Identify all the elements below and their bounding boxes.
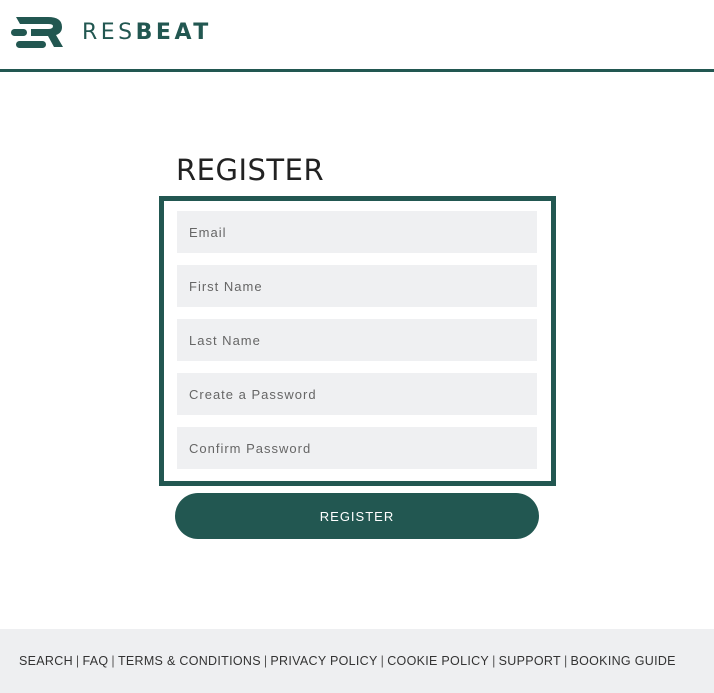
footer-link-cookie[interactable]: COOKIE POLICY: [387, 654, 489, 668]
register-button[interactable]: REGISTER: [175, 493, 539, 539]
last-name-field[interactable]: [177, 319, 537, 361]
confirm-password-field[interactable]: [177, 427, 537, 469]
brand-prefix: RES: [82, 19, 136, 45]
footer-link-search[interactable]: SEARCH: [19, 654, 73, 668]
footer-separator: |: [111, 654, 115, 668]
brand-suffix: BEAT: [135, 19, 212, 45]
footer-separator: |: [263, 654, 268, 668]
site-footer: SEARCH | FAQ | TERMS & CONDITIONS | PRIVACY PO…: [0, 629, 714, 693]
footer-link-faq[interactable]: FAQ: [82, 654, 108, 668]
resbeat-logo-icon: [11, 17, 63, 48]
footer-separator: |: [563, 654, 568, 668]
logo[interactable]: RESBEAT: [10, 14, 212, 50]
email-field[interactable]: [177, 211, 537, 253]
create-password-field[interactable]: [177, 373, 537, 415]
footer-link-privacy[interactable]: PRIVACY POLICY: [270, 654, 377, 668]
footer-separator: |: [492, 654, 496, 668]
footer-links: SEARCH | FAQ | TERMS & CONDITIONS | PRIVACY PO…: [19, 654, 676, 668]
brand-name: RESBEAT: [82, 20, 212, 45]
first-name-field[interactable]: [177, 265, 537, 307]
footer-separator: |: [75, 654, 80, 668]
register-form: [159, 196, 556, 486]
footer-link-terms[interactable]: TERMS & CONDITIONS: [118, 654, 261, 668]
site-header: RESBEAT: [0, 0, 714, 72]
footer-link-booking-guide[interactable]: BOOKING GUIDE: [571, 654, 676, 668]
footer-separator: |: [380, 654, 385, 668]
page-title: REGISTER: [176, 153, 325, 187]
footer-link-support[interactable]: SUPPORT: [499, 654, 561, 668]
